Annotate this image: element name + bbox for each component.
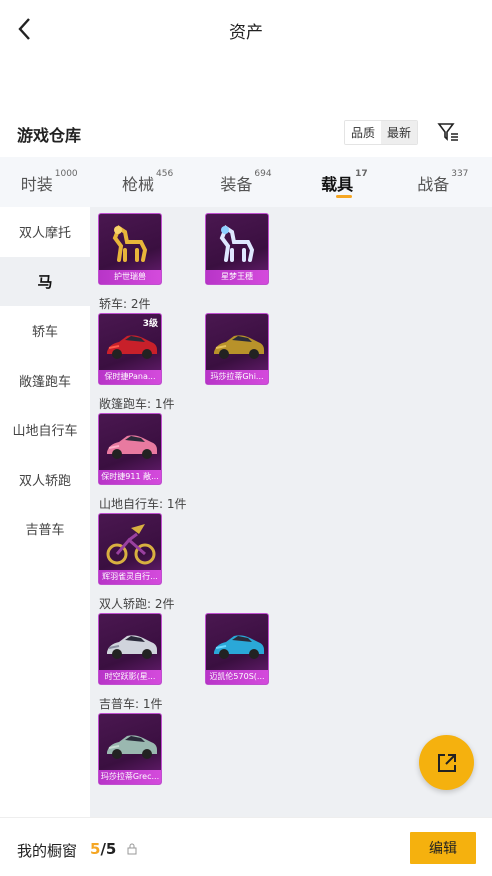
vehicle-name: 辉羽雀灵自行... <box>99 570 161 584</box>
share-button[interactable] <box>419 735 474 790</box>
sort-newest-button[interactable]: 最新 <box>381 121 418 144</box>
showcase-total: /5 <box>100 840 117 858</box>
section-label: 双人轿跑: 2件 <box>99 597 175 611</box>
share-icon <box>437 753 456 772</box>
sidebar-item-5[interactable]: 双人轿跑 <box>0 455 90 505</box>
section-label: 轿车: 2件 <box>99 297 151 311</box>
tab-3[interactable]: 载具17 <box>295 157 393 207</box>
tab-count: 1000 <box>54 169 78 179</box>
tab-count: 17 <box>355 169 368 179</box>
vehicle-image <box>107 735 157 759</box>
vehicle-card[interactable]: 3级保时捷Pana... <box>98 313 162 385</box>
tab-count: 337 <box>451 169 469 179</box>
section-label: 山地自行车: 1件 <box>99 497 187 511</box>
tab-1[interactable]: 枪械456 <box>98 157 196 207</box>
sort-toggle: 品质 最新 <box>344 120 419 145</box>
edit-button[interactable]: 编辑 <box>410 832 476 864</box>
vehicle-image <box>219 224 255 262</box>
section-label: 敞篷跑车: 1件 <box>99 397 175 411</box>
tab-indicator <box>336 195 353 198</box>
vehicle-card[interactable]: 迈凯伦570S(... <box>205 613 269 685</box>
warehouse-title: 游戏仓库 <box>17 126 82 145</box>
vehicle-name: 保时捷911 敞... <box>99 470 161 484</box>
tab-4[interactable]: 战备337 <box>394 157 492 207</box>
showcase-label: 我的橱窗 <box>17 842 78 860</box>
section-label: 吉普车: 1件 <box>99 697 163 711</box>
vehicle-name: 玛莎拉蒂Ghi... <box>206 370 268 384</box>
tab-label: 战备 <box>417 175 450 194</box>
tab-0[interactable]: 时装1000 <box>0 157 98 207</box>
vehicle-name: 迈凯伦570S(... <box>206 670 268 684</box>
sidebar-item-3[interactable]: 敞篷跑车 <box>0 356 90 406</box>
page-title: 资产 <box>229 23 263 43</box>
vehicle-image <box>107 635 157 659</box>
vehicle-name: 保时捷Pana... <box>99 370 161 384</box>
filter-icon <box>437 123 458 141</box>
vehicle-name: 时空跃影(星... <box>99 670 161 684</box>
header: 资产 <box>0 0 492 60</box>
vehicle-name: 星梦王穗 <box>206 270 268 284</box>
tab-count: 456 <box>156 169 174 179</box>
vehicle-card[interactable]: 保时捷911 敞... <box>98 413 162 485</box>
sidebar: 双人摩托马轿车 敞篷跑车 山地自行车 双人轿跑 吉普车 <box>0 207 90 817</box>
sidebar-item-4[interactable]: 山地自行车 <box>0 405 90 455</box>
vehicle-card[interactable]: 玛莎拉蒂Ghi... <box>205 313 269 385</box>
showcase-bar: 我的橱窗 5/5 编辑 <box>0 817 492 876</box>
filter-button[interactable] <box>436 120 460 144</box>
vehicle-list: 护世瑞兽 星梦王穗轿车: 2件 3级保时捷Pana... 玛莎拉蒂Ghi... 敞篷跑车… <box>90 207 492 817</box>
warehouse-row: 游戏仓库 品质 最新 <box>0 112 492 152</box>
tab-label: 时装 <box>20 175 53 194</box>
vehicle-image <box>107 435 157 459</box>
showcase-current: 5 <box>90 840 101 858</box>
vehicle-level: 3级 <box>142 319 158 329</box>
vehicle-image <box>112 224 148 262</box>
sidebar-item-1[interactable]: 马 <box>0 256 90 306</box>
lock-icon <box>127 843 137 855</box>
sidebar-item-0[interactable]: 双人摩托 <box>0 207 90 257</box>
showcase-count: 5/5 <box>90 840 116 858</box>
vehicle-image <box>106 524 156 565</box>
vehicle-card[interactable]: 护世瑞兽 <box>98 213 162 285</box>
vehicle-card[interactable]: 星梦王穗 <box>205 213 269 285</box>
vehicle-name: 护世瑞兽 <box>99 270 161 284</box>
tab-label: 装备 <box>220 175 253 194</box>
category-tabs: 时装1000 枪械456 装备694 载具17 战备337 <box>0 157 492 207</box>
vehicle-image <box>214 335 264 359</box>
vehicle-card[interactable]: 时空跃影(星... <box>98 613 162 685</box>
vehicle-name: 玛莎拉蒂Grec... <box>99 770 161 784</box>
tab-count: 694 <box>254 169 272 179</box>
sidebar-item-2[interactable]: 轿车 <box>0 306 90 356</box>
sidebar-item-6[interactable]: 吉普车 <box>0 504 90 554</box>
tab-label: 枪械 <box>122 175 155 194</box>
vehicle-card[interactable]: 玛莎拉蒂Grec... <box>98 713 162 785</box>
sort-quality-button[interactable]: 品质 <box>345 121 382 144</box>
tab-label: 载具 <box>321 175 354 194</box>
tab-2[interactable]: 装备694 <box>197 157 295 207</box>
vehicle-image <box>214 635 264 659</box>
vehicle-card[interactable]: 辉羽雀灵自行... <box>98 513 162 585</box>
